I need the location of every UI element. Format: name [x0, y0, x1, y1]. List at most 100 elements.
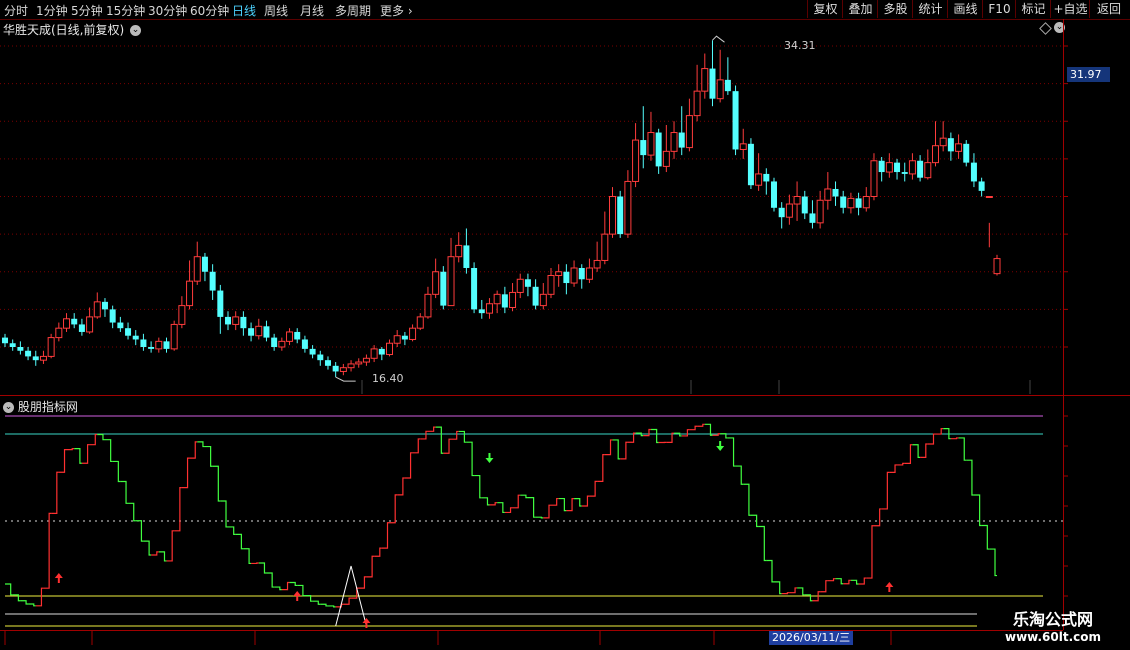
- indicator-step: [58, 449, 67, 473]
- indicator-step: [989, 548, 998, 577]
- indicator-step: [128, 502, 136, 522]
- candle-body: [39, 355, 47, 361]
- candle-body: [78, 324, 85, 332]
- candle-body: [870, 160, 878, 198]
- indicator-step: [412, 438, 421, 454]
- candle-body: [294, 331, 301, 340]
- indicator-step: [143, 540, 152, 556]
- candle-body: [32, 356, 39, 361]
- candle-body: [678, 132, 685, 148]
- indicator-step: [797, 587, 805, 596]
- candle-body: [878, 160, 885, 173]
- candle-body: [432, 271, 440, 295]
- indicator-step: [181, 457, 190, 489]
- candle-body: [763, 173, 770, 182]
- candle-body: [894, 162, 901, 173]
- candle-body: [309, 348, 316, 355]
- indicator-step: [497, 502, 505, 514]
- candle-body: [640, 140, 647, 156]
- indicator-step: [935, 428, 944, 435]
- candle-body: [747, 143, 754, 186]
- candle-body: [970, 162, 977, 182]
- candle-body: [47, 337, 55, 357]
- high-price-label: 34.31: [784, 39, 816, 52]
- candle-body: [901, 172, 908, 174]
- buy-arrow-icon: [885, 582, 894, 587]
- indicator-step: [420, 430, 428, 440]
- candle-body: [416, 316, 424, 329]
- candle-body: [609, 196, 617, 235]
- candle-body: [501, 294, 508, 308]
- indicator-step: [735, 465, 744, 485]
- candle-body: [963, 143, 970, 163]
- candle-body: [617, 196, 624, 235]
- indicator-step: [235, 533, 244, 550]
- candle-body: [985, 196, 993, 198]
- candle-body: [193, 256, 201, 282]
- indicator-step: [120, 480, 129, 504]
- event-marker[interactable]: [1029, 380, 1031, 394]
- indicator-step: [366, 555, 375, 578]
- candle-body: [532, 286, 539, 306]
- indicator-step: [335, 603, 344, 608]
- indicator-step: [197, 441, 205, 448]
- indicator-step: [666, 432, 675, 443]
- indicator-step: [889, 464, 898, 473]
- candle-body: [908, 160, 916, 175]
- candlestick-chart[interactable]: [0, 0, 1130, 650]
- candle-body: [332, 365, 339, 372]
- chevron-down-icon[interactable]: ⌄: [3, 402, 14, 413]
- candle-body: [271, 337, 278, 347]
- indicator-step: [81, 444, 90, 464]
- indicator-step: [97, 433, 105, 441]
- candle-body: [547, 275, 555, 295]
- candle-body: [778, 207, 785, 218]
- candle-body: [125, 328, 132, 336]
- candle-body: [132, 335, 139, 340]
- indicator-step: [904, 444, 913, 464]
- candle-body: [832, 188, 839, 197]
- indicator-step: [697, 423, 705, 427]
- candle-body: [355, 361, 363, 365]
- candle-body: [539, 293, 547, 307]
- indicator-step: [343, 597, 352, 605]
- candle-body: [240, 316, 247, 329]
- indicator-step: [912, 444, 921, 458]
- event-marker[interactable]: [778, 380, 780, 394]
- indicator-step: [958, 437, 967, 461]
- candle-body: [71, 318, 78, 325]
- indicator-step: [681, 429, 690, 437]
- indicator-step: [750, 514, 759, 528]
- indicator-step: [689, 425, 698, 431]
- indicator-step: [758, 525, 767, 562]
- sell-arrow-icon: [485, 458, 494, 463]
- indicator-header: ⌄ 股朋指标网: [3, 398, 114, 415]
- indicator-step: [66, 448, 75, 451]
- current-price-label: 31.97: [1067, 67, 1110, 82]
- candle-body: [63, 318, 71, 329]
- indicator-step: [427, 426, 436, 432]
- candle-body: [370, 348, 378, 359]
- event-marker[interactable]: [690, 380, 692, 394]
- candle-body: [232, 316, 240, 325]
- indicator-step: [550, 497, 559, 506]
- indicator-step: [512, 494, 521, 509]
- indicator-step: [5, 583, 13, 596]
- candle-body: [771, 181, 777, 208]
- candle-body: [793, 196, 801, 205]
- brand-name: 乐淘公式网: [1012, 610, 1093, 629]
- candle-body: [670, 132, 678, 152]
- candle-body: [516, 278, 524, 293]
- candle-body: [570, 267, 578, 284]
- indicator-step: [158, 551, 167, 562]
- candle-body: [55, 327, 63, 339]
- candle-body: [317, 354, 324, 361]
- candle-body: [685, 115, 693, 149]
- candle-body: [455, 244, 463, 258]
- candle-body: [862, 196, 870, 209]
- event-marker[interactable]: [361, 380, 363, 394]
- indicator-step: [489, 502, 498, 506]
- indicator-step: [112, 460, 121, 483]
- candle-body: [716, 79, 724, 100]
- indicator-step: [104, 439, 113, 463]
